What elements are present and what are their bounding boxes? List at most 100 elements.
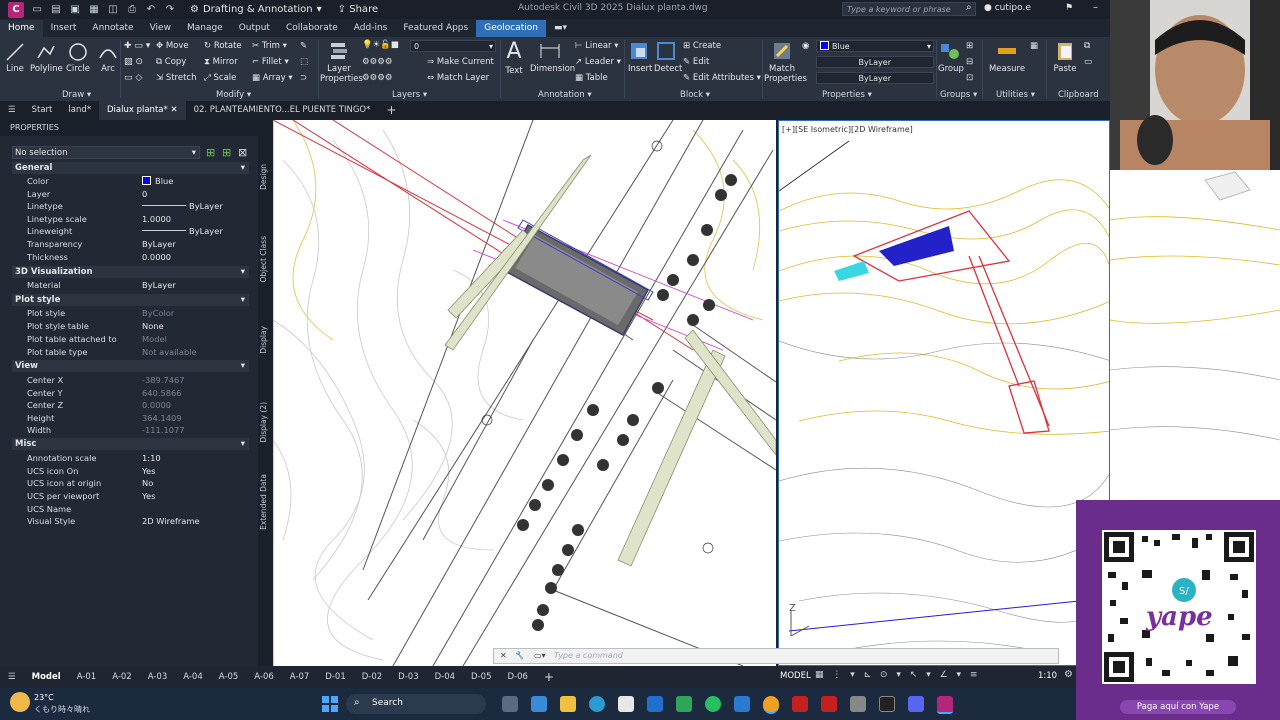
cut-icon[interactable]: ▭ xyxy=(1084,57,1092,67)
layer-properties-button[interactable]: Layer Properties xyxy=(320,40,363,84)
prop-row[interactable]: Layer 0 xyxy=(27,188,249,200)
panel-utilities[interactable]: Utilities ▾ xyxy=(996,90,1035,100)
layout-tab[interactable]: D-04 xyxy=(427,672,463,682)
tab-geolocation[interactable]: Geolocation xyxy=(476,20,546,37)
ribbon-toggle-icon[interactable]: ▬▾ xyxy=(546,20,575,37)
menu-icon[interactable]: ☰ xyxy=(0,101,24,120)
insert-button[interactable]: Insert xyxy=(628,40,652,74)
discord-icon[interactable] xyxy=(908,696,924,712)
color-dropdown[interactable]: Blue ▾ xyxy=(816,40,934,52)
tab-collaborate[interactable]: Collaborate xyxy=(278,20,346,37)
text-button[interactable]: A Text xyxy=(503,40,525,77)
layer-state-icons[interactable]: 💡☀🔓■ xyxy=(362,40,399,50)
offset-icon[interactable]: ⊃ xyxy=(300,73,307,83)
calculator-icon[interactable]: ▦ xyxy=(1030,41,1038,51)
tab-annotate[interactable]: Annotate xyxy=(84,20,141,37)
tab-manage[interactable]: Manage xyxy=(179,20,231,37)
make-current-button[interactable]: ⇒ Make Current xyxy=(427,57,494,67)
layout-tab[interactable]: D-03 xyxy=(390,672,426,682)
tab-view[interactable]: View xyxy=(142,20,179,37)
layout-tab[interactable]: A-06 xyxy=(246,672,282,682)
tab-add-ins[interactable]: Add-ins xyxy=(346,20,396,37)
panel-block[interactable]: Block ▾ xyxy=(680,90,710,100)
section-3d-visualization[interactable]: 3D Visualization ▾ xyxy=(12,266,249,278)
hatch-icon[interactable]: ▨ ⊙ xyxy=(124,57,143,67)
leader-button[interactable]: ↗ Leader ▾ xyxy=(575,57,621,67)
search-icon[interactable]: ⌕ xyxy=(966,2,972,13)
pdf-icon[interactable] xyxy=(821,696,837,712)
layout-tab[interactable]: A-04 xyxy=(175,672,211,682)
file-explorer-icon[interactable] xyxy=(560,696,576,712)
viewport-isometric-extension[interactable] xyxy=(1110,170,1280,500)
edge-icon[interactable] xyxy=(589,696,605,712)
erase-icon[interactable]: ✎ xyxy=(300,41,307,51)
help-search-input[interactable]: Type a keyword or phrase xyxy=(842,2,976,16)
prop-row[interactable]: Thickness 0.0000 xyxy=(27,251,249,263)
panel-draw[interactable]: Draw ▾ xyxy=(62,90,91,100)
prop-row[interactable]: Plot table type Not available xyxy=(27,346,249,358)
select-objects-icon[interactable]: ⊞ xyxy=(222,146,231,159)
file-tab-planteamiento[interactable]: 02. PLANTEAMIENTO...EL PUENTE TINGO* xyxy=(186,101,379,120)
share-button[interactable]: ⇪ Share xyxy=(338,4,378,15)
linetype-dropdown[interactable]: ByLayer xyxy=(816,72,934,84)
windows-start-icon[interactable] xyxy=(322,696,338,712)
section-plot-style[interactable]: Plot style ▾ xyxy=(12,294,249,306)
prop-row[interactable]: UCS Name xyxy=(27,503,249,515)
layout-tab[interactable]: D-01 xyxy=(317,672,353,682)
layer-tools-icons[interactable]: ⚙⚙⚙⚙ xyxy=(362,57,392,67)
mirror-button[interactable]: ⧗ Mirror xyxy=(204,57,238,67)
side-tab-display-2[interactable]: Display (2) xyxy=(259,402,268,443)
layout-tab[interactable]: A-01 xyxy=(69,672,105,682)
app-menu-button[interactable]: C xyxy=(8,1,24,18)
line-button[interactable]: Line xyxy=(5,42,25,74)
user-account[interactable]: ● cutipo.e xyxy=(984,3,1031,13)
cart-icon[interactable]: ⚑ xyxy=(1065,3,1073,13)
layer-tools-icons-2[interactable]: ⚙⚙⚙⚙ xyxy=(362,73,392,83)
prop-row[interactable]: Plot style table None xyxy=(27,320,249,332)
layout-tab[interactable]: D-05 xyxy=(463,672,499,682)
explode-icon[interactable]: ⬚ xyxy=(300,57,308,67)
model-space-toggle[interactable]: MODEL xyxy=(780,671,811,681)
save-icon[interactable]: ▣ xyxy=(69,4,81,16)
panel-groups[interactable]: Groups ▾ xyxy=(940,90,977,100)
edit-attributes-button[interactable]: ✎ Edit Attributes ▾ xyxy=(683,73,761,83)
viewport-isometric[interactable]: [+][SE Isometric][2D Wireframe] Z xyxy=(778,120,1110,666)
vscode-icon[interactable] xyxy=(734,696,750,712)
task-view-icon[interactable] xyxy=(502,696,518,712)
side-tab-display[interactable]: Display xyxy=(259,326,268,354)
prop-row[interactable]: Center Y 640.5866 xyxy=(27,387,249,399)
tab-output[interactable]: Output xyxy=(231,20,278,37)
tab-featured-apps[interactable]: Featured Apps xyxy=(395,20,476,37)
panel-modify[interactable]: Modify ▾ xyxy=(216,90,251,100)
drafting-toggles-icons[interactable]: ▦ ⋮ ▾ ⊾ ⊙ ▾ ↖ ▾ ∠ ▾ ≡ xyxy=(815,670,980,680)
app-grey-icon[interactable] xyxy=(850,696,866,712)
toggle-pickadd-icon[interactable]: ⊞ xyxy=(206,146,215,159)
panel-layers[interactable]: Layers ▾ xyxy=(392,90,427,100)
stretch-button[interactable]: ⇲ Stretch xyxy=(156,73,197,83)
match-layer-button[interactable]: ⇔ Match Layer xyxy=(427,73,489,83)
prop-row[interactable]: Plot style ByColor xyxy=(27,307,249,319)
section-misc[interactable]: Misc ▾ xyxy=(12,438,249,450)
layout-tab[interactable]: A-03 xyxy=(140,672,176,682)
scale-button[interactable]: ⤢ Scale xyxy=(204,73,236,83)
section-general[interactable]: General ▾ xyxy=(12,162,249,174)
open-icon[interactable]: ▤ xyxy=(50,4,62,16)
ungroup-icon[interactable]: ⊟ xyxy=(966,57,973,67)
side-tab-extended-data[interactable]: Extended Data xyxy=(259,474,268,530)
command-input[interactable]: Type a command xyxy=(554,651,623,660)
file-tab-start[interactable]: Start xyxy=(24,101,61,120)
dimension-button[interactable]: Dimension xyxy=(530,40,575,74)
minimize-icon[interactable]: – xyxy=(1093,2,1098,13)
web-icon[interactable]: ◫ xyxy=(107,4,119,16)
section-view[interactable]: View ▾ xyxy=(12,360,249,372)
prop-row[interactable]: Linetype ByLayer xyxy=(27,200,249,212)
prop-row[interactable]: Visual Style 2D Wireframe xyxy=(27,515,249,527)
outlook-icon[interactable] xyxy=(647,696,663,712)
match-properties-button[interactable]: Match Properties xyxy=(764,40,807,84)
prop-row[interactable]: UCS per viewport Yes xyxy=(27,490,249,502)
workspace-selector[interactable]: ⚙ Drafting & Annotation ▾ xyxy=(190,4,322,15)
polyline-button[interactable]: Polyline xyxy=(30,42,63,74)
linear-button[interactable]: ⊢ Linear ▾ xyxy=(575,41,619,51)
dx-icon[interactable] xyxy=(879,696,895,712)
draw-tools-icon[interactable]: ✚ ▭ ▾ xyxy=(124,41,150,51)
